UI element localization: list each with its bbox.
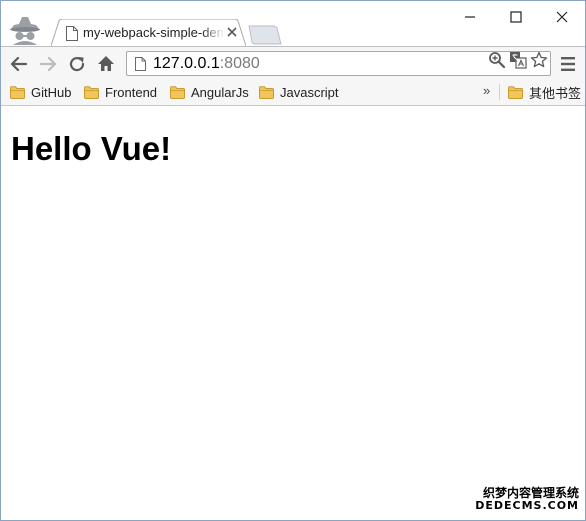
bookmarks-separator: [499, 84, 500, 100]
page-info-icon[interactable]: [135, 57, 146, 71]
bookmark-folder-javascript[interactable]: Javascript: [259, 83, 339, 101]
bookmark-folder-frontend[interactable]: Frontend: [84, 83, 157, 101]
watermark: 织梦内容管理系统 DEDECMS.COM: [475, 487, 579, 512]
tab-active[interactable]: my-webpack-simple-demo: [51, 19, 246, 46]
folder-icon: [259, 85, 274, 99]
close-tab-icon[interactable]: [226, 26, 238, 38]
bookmark-folder-github[interactable]: GitHub: [10, 83, 71, 101]
page-content: Hello Vue! 织梦内容管理系统 DEDECMS.COM: [1, 106, 585, 520]
page-icon: [66, 26, 78, 41]
url-text: 127.0.0.1:8080: [153, 55, 260, 72]
close-icon: [556, 11, 568, 23]
incognito-icon: [10, 17, 40, 45]
reload-icon[interactable]: [67, 54, 87, 74]
browser-window: my-webpack-simple-demo 127.0.0.1:8080 Gi…: [0, 0, 586, 521]
bookmarks-bar: GitHub Frontend AngularJs Javascript » 其…: [1, 79, 585, 106]
home-icon[interactable]: [96, 54, 116, 74]
back-icon[interactable]: [9, 54, 29, 74]
new-tab-button[interactable]: [246, 25, 282, 45]
maximize-icon: [510, 11, 522, 23]
minimize-icon: [465, 16, 475, 18]
page-heading: Hello Vue!: [11, 130, 172, 167]
bookmark-star-icon[interactable]: [530, 51, 548, 69]
tab-strip: my-webpack-simple-demo: [1, 1, 585, 46]
folder-icon: [170, 85, 185, 99]
menu-icon[interactable]: [561, 56, 575, 72]
bookmark-folder-angularjs[interactable]: AngularJs: [170, 83, 249, 101]
folder-icon: [84, 85, 99, 99]
minimize-button[interactable]: [447, 1, 493, 31]
folder-icon: [508, 85, 523, 99]
translate-icon[interactable]: [509, 51, 527, 69]
toolbar: 127.0.0.1:8080: [1, 46, 585, 80]
forward-icon[interactable]: [38, 54, 58, 74]
maximize-button[interactable]: [493, 1, 539, 31]
watermark-line-2: DEDECMS.COM: [475, 499, 579, 512]
bookmarks-overflow-chevron[interactable]: »: [483, 83, 490, 98]
bookmark-folder-other[interactable]: 其他书签: [508, 83, 581, 101]
close-window-button[interactable]: [539, 1, 585, 31]
folder-icon: [10, 85, 25, 99]
zoom-icon[interactable]: [488, 51, 506, 69]
